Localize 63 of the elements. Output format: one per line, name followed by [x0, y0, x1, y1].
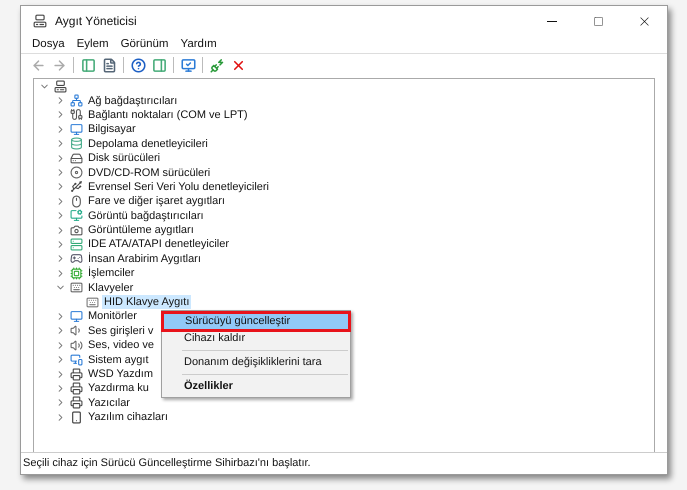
tree-item[interactable]: DVD/CD-ROM sürücüleri: [86, 166, 212, 180]
tree-item[interactable]: Disk sürücüleri: [86, 151, 162, 166]
monitor-icon: [70, 122, 83, 136]
speaker-icon: [70, 338, 83, 352]
tree-item[interactable]: Klavyeler: [86, 280, 136, 295]
printer-icon: [70, 368, 83, 380]
usb-icon: [70, 180, 83, 194]
menu-item[interactable]: Cihazı kaldır: [162, 330, 350, 347]
tree-item[interactable]: Bilgisayar: [86, 122, 138, 136]
menu-item[interactable]: Sürücüyü güncelleştir: [163, 313, 349, 330]
tree-item[interactable]: Görüntü bağdaştırıcıları: [86, 208, 206, 223]
tree-item[interactable]: Evrensel Seri Veri Yolu denetleyicileri: [86, 180, 271, 194]
tree-item[interactable]: Yazılım cihazları: [86, 410, 170, 424]
drive-icon: [70, 152, 83, 165]
tree-item[interactable]: Yazdırma ku: [86, 381, 151, 396]
device-icon: [70, 353, 83, 366]
phone-icon: [70, 410, 83, 424]
printer-icon: [70, 396, 83, 410]
app-icon: [33, 14, 47, 28]
tree-item[interactable]: Ses, video ve: [86, 338, 156, 352]
tree-item[interactable]: Ses girişleri v: [86, 324, 156, 338]
display-adapter-icon: [70, 209, 83, 222]
tree-item[interactable]: Yazıcılar: [86, 396, 132, 410]
tree-item[interactable]: İnsan Arabirim Aygıtları: [86, 252, 203, 266]
storage-icon: [70, 137, 83, 150]
keyboard-icon: [86, 296, 99, 309]
tree-item[interactable]: Bağlantı noktaları (COM ve LPT): [86, 108, 250, 122]
monitor-icon: [70, 310, 83, 323]
tree-item[interactable]: Fare ve diğer işaret aygıtları: [86, 194, 227, 208]
gamepad-icon: [70, 252, 83, 266]
mouse-icon: [70, 194, 83, 208]
keyboard-icon: [70, 281, 83, 294]
panel-icon[interactable]: [150, 56, 168, 74]
tree-item[interactable]: Sistem aygıt: [86, 352, 151, 367]
printer-icon: [70, 382, 83, 395]
panel-icon[interactable]: [79, 56, 97, 74]
menu-item[interactable]: Özellikler: [162, 378, 350, 395]
menu-item[interactable]: Yardım: [174, 36, 223, 54]
maximize-icon: [592, 16, 604, 26]
tree-item[interactable]: IDE ATA/ATAPI denetleyiciler: [86, 237, 232, 252]
network-icon: [70, 94, 83, 108]
menu-item[interactable]: Donanım değişikliklerini tara: [162, 354, 350, 371]
camera-icon: [70, 224, 83, 237]
computer-icon: [54, 80, 67, 93]
tree-item[interactable]: İşlemciler: [86, 266, 136, 280]
window-title: Aygıt Yöneticisi: [55, 13, 137, 30]
menu-item[interactable]: Eylem: [70, 36, 115, 54]
tree-item[interactable]: HID Klavye Aygıtı: [102, 295, 192, 310]
monitor-icon[interactable]: [179, 56, 197, 74]
speaker-icon: [70, 324, 83, 338]
status-text: Seçili cihaz için Sürücü Güncelleştirme Sihirbazı'nı başlatır.: [23, 456, 311, 472]
minimize-icon: [547, 20, 557, 22]
menu-item[interactable]: Dosya: [26, 36, 71, 54]
plug-icon[interactable]: [208, 56, 226, 74]
tree-item[interactable]: Depolama denetleyicileri: [86, 136, 210, 151]
tree-item[interactable]: Monitörler: [86, 309, 139, 324]
tree-item[interactable]: WSD Yazdım: [86, 367, 155, 381]
disc-icon: [70, 166, 83, 180]
tree-item[interactable]: Görüntüleme aygıtları: [86, 223, 196, 238]
tree-item[interactable]: Ağ bağdaştırıcıları: [86, 94, 180, 108]
chip-icon: [70, 266, 83, 280]
menu-item[interactable]: Görünüm: [114, 36, 174, 54]
help-icon[interactable]: [129, 56, 147, 74]
